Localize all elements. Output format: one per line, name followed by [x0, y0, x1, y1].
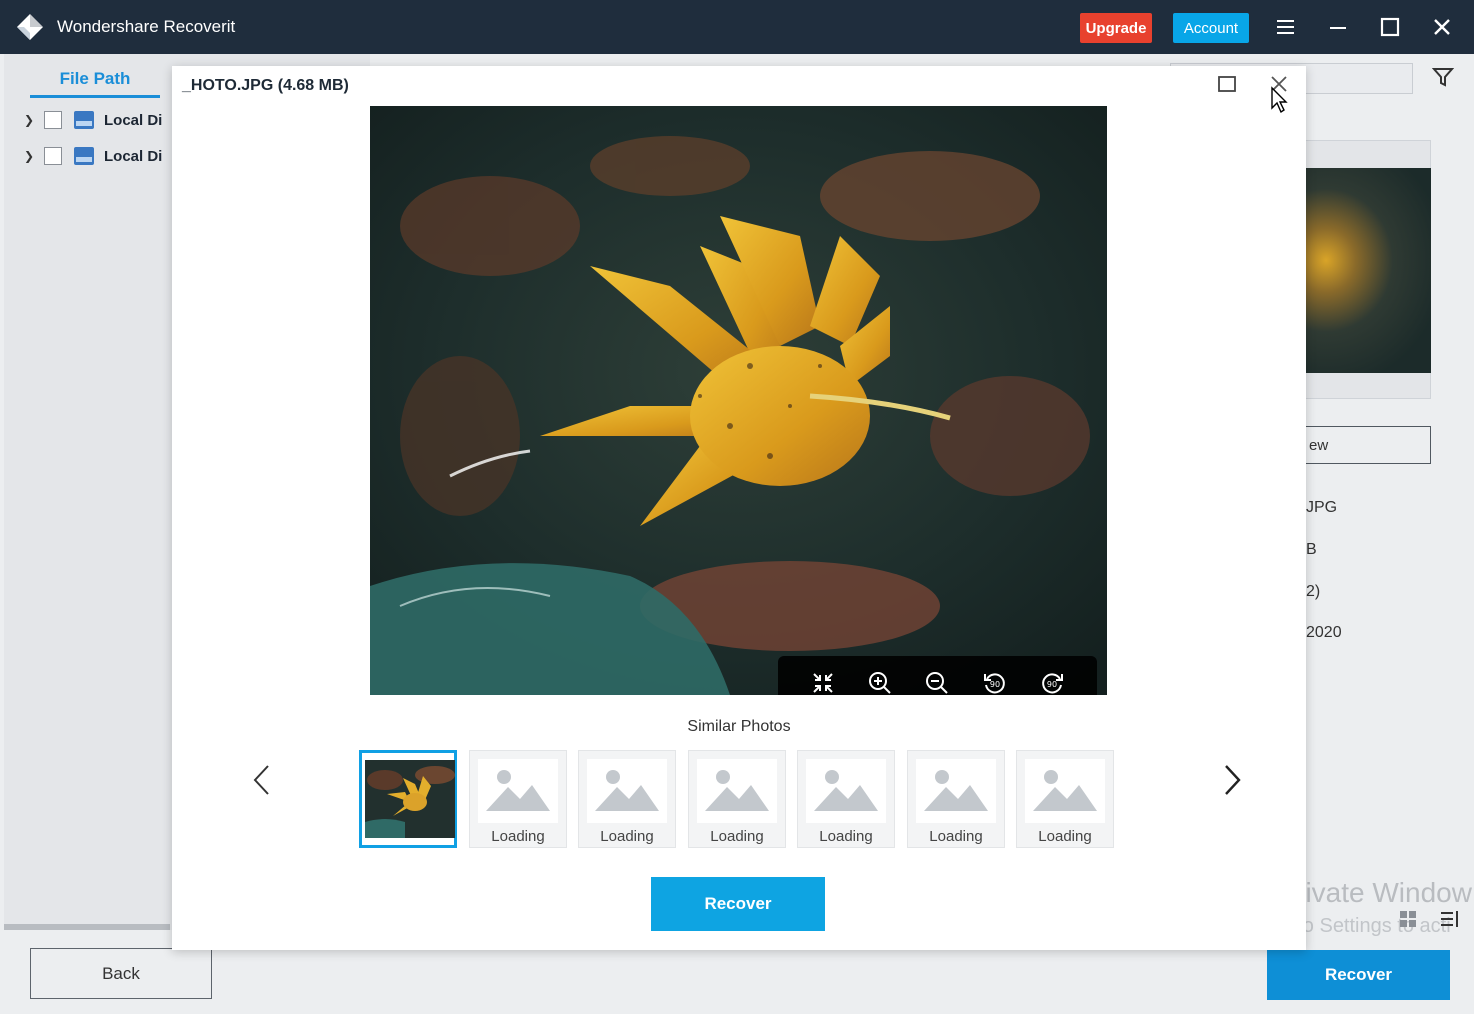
- thumbnail-status: Loading: [929, 828, 983, 845]
- menu-icon[interactable]: [1273, 14, 1299, 40]
- thumbnail-status: Loading: [710, 828, 764, 845]
- fit-screen-icon[interactable]: [808, 668, 838, 696]
- similar-photo-thumbnail[interactable]: Loading: [578, 750, 676, 848]
- tree-item-local-disk-2[interactable]: ❯ Local Di: [24, 141, 162, 171]
- similar-photo-thumbnail[interactable]: Loading: [907, 750, 1005, 848]
- photo-thumbnail-image: [365, 760, 455, 838]
- similar-photo-thumbnail[interactable]: [359, 750, 457, 848]
- svg-text:90: 90: [1047, 680, 1057, 689]
- image-placeholder-icon: [486, 770, 550, 811]
- tree-item-label: Local Di: [104, 147, 163, 165]
- image-placeholder-icon: [705, 770, 769, 811]
- chevron-right-icon[interactable]: ❯: [24, 149, 44, 163]
- preview-image: 90 90: [370, 106, 1107, 695]
- checkbox[interactable]: [44, 111, 62, 129]
- chevron-right-icon[interactable]: [1220, 763, 1244, 797]
- preview-title: _HOTO.JPG (4.68 MB): [182, 77, 349, 94]
- tree-item-local-disk-1[interactable]: ❯ Local Di: [24, 105, 162, 135]
- image-placeholder-icon: [814, 770, 878, 811]
- file-date-value: 2020: [1306, 624, 1342, 641]
- rotate-left-icon[interactable]: 90: [980, 668, 1010, 696]
- image-placeholder-icon: [924, 770, 988, 811]
- minimize-icon[interactable]: [1325, 14, 1351, 40]
- thumbnail-status: Loading: [600, 828, 654, 845]
- image-toolbar: 90 90: [778, 656, 1097, 695]
- image-placeholder-icon: [1033, 770, 1097, 811]
- similar-photo-thumbnail[interactable]: Loading: [1016, 750, 1114, 848]
- chevron-left-icon[interactable]: [250, 763, 274, 797]
- similar-photo-thumbnail[interactable]: Loading: [797, 750, 895, 848]
- thumbnail-status: Loading: [1038, 828, 1092, 845]
- recover-button[interactable]: Recover: [651, 877, 825, 931]
- checkbox[interactable]: [44, 147, 62, 165]
- scrollbar[interactable]: [4, 924, 170, 930]
- file-type-value: JPG: [1306, 499, 1338, 516]
- maximize-icon[interactable]: [1377, 14, 1403, 40]
- drive-icon: [74, 147, 94, 165]
- similar-photo-thumbnail[interactable]: Loading: [469, 750, 567, 848]
- thumbnail-status: Loading: [491, 828, 545, 845]
- back-button[interactable]: Back: [30, 948, 212, 999]
- zoom-out-icon[interactable]: [922, 668, 952, 696]
- maximize-icon[interactable]: [1218, 76, 1236, 92]
- file-size-value: B: [1306, 541, 1317, 558]
- title-bar: Wondershare Recoverit Upgrade Account: [0, 0, 1474, 54]
- mouse-cursor-icon: [1271, 86, 1288, 114]
- account-button[interactable]: Account: [1173, 13, 1249, 43]
- file-dimension-value: 2): [1306, 583, 1321, 600]
- grid-view-icon[interactable]: [1398, 909, 1418, 929]
- chevron-right-icon[interactable]: ❯: [24, 113, 44, 127]
- zoom-in-icon[interactable]: [865, 668, 895, 696]
- close-icon[interactable]: [1429, 14, 1455, 40]
- image-placeholder-icon: [595, 770, 659, 811]
- preview-dialog: _HOTO.JPG (4.68 MB) 90 90 Similar Photos…: [172, 66, 1306, 950]
- app-logo-icon: [17, 14, 43, 40]
- similar-photos-label: Similar Photos: [687, 718, 791, 735]
- filter-icon[interactable]: [1432, 66, 1454, 88]
- svg-text:90: 90: [990, 680, 1000, 689]
- similar-photo-thumbnail[interactable]: Loading: [688, 750, 786, 848]
- rotate-right-icon[interactable]: 90: [1037, 668, 1067, 696]
- tree-item-label: Local Di: [104, 111, 163, 129]
- upgrade-button[interactable]: Upgrade: [1080, 13, 1152, 43]
- drive-icon: [74, 111, 94, 129]
- thumbnail-status: Loading: [819, 828, 873, 845]
- recover-button[interactable]: Recover: [1267, 950, 1450, 1000]
- list-view-icon[interactable]: [1440, 909, 1460, 929]
- app-title: Wondershare Recoverit: [57, 17, 236, 36]
- tab-file-path[interactable]: File Path: [30, 62, 160, 98]
